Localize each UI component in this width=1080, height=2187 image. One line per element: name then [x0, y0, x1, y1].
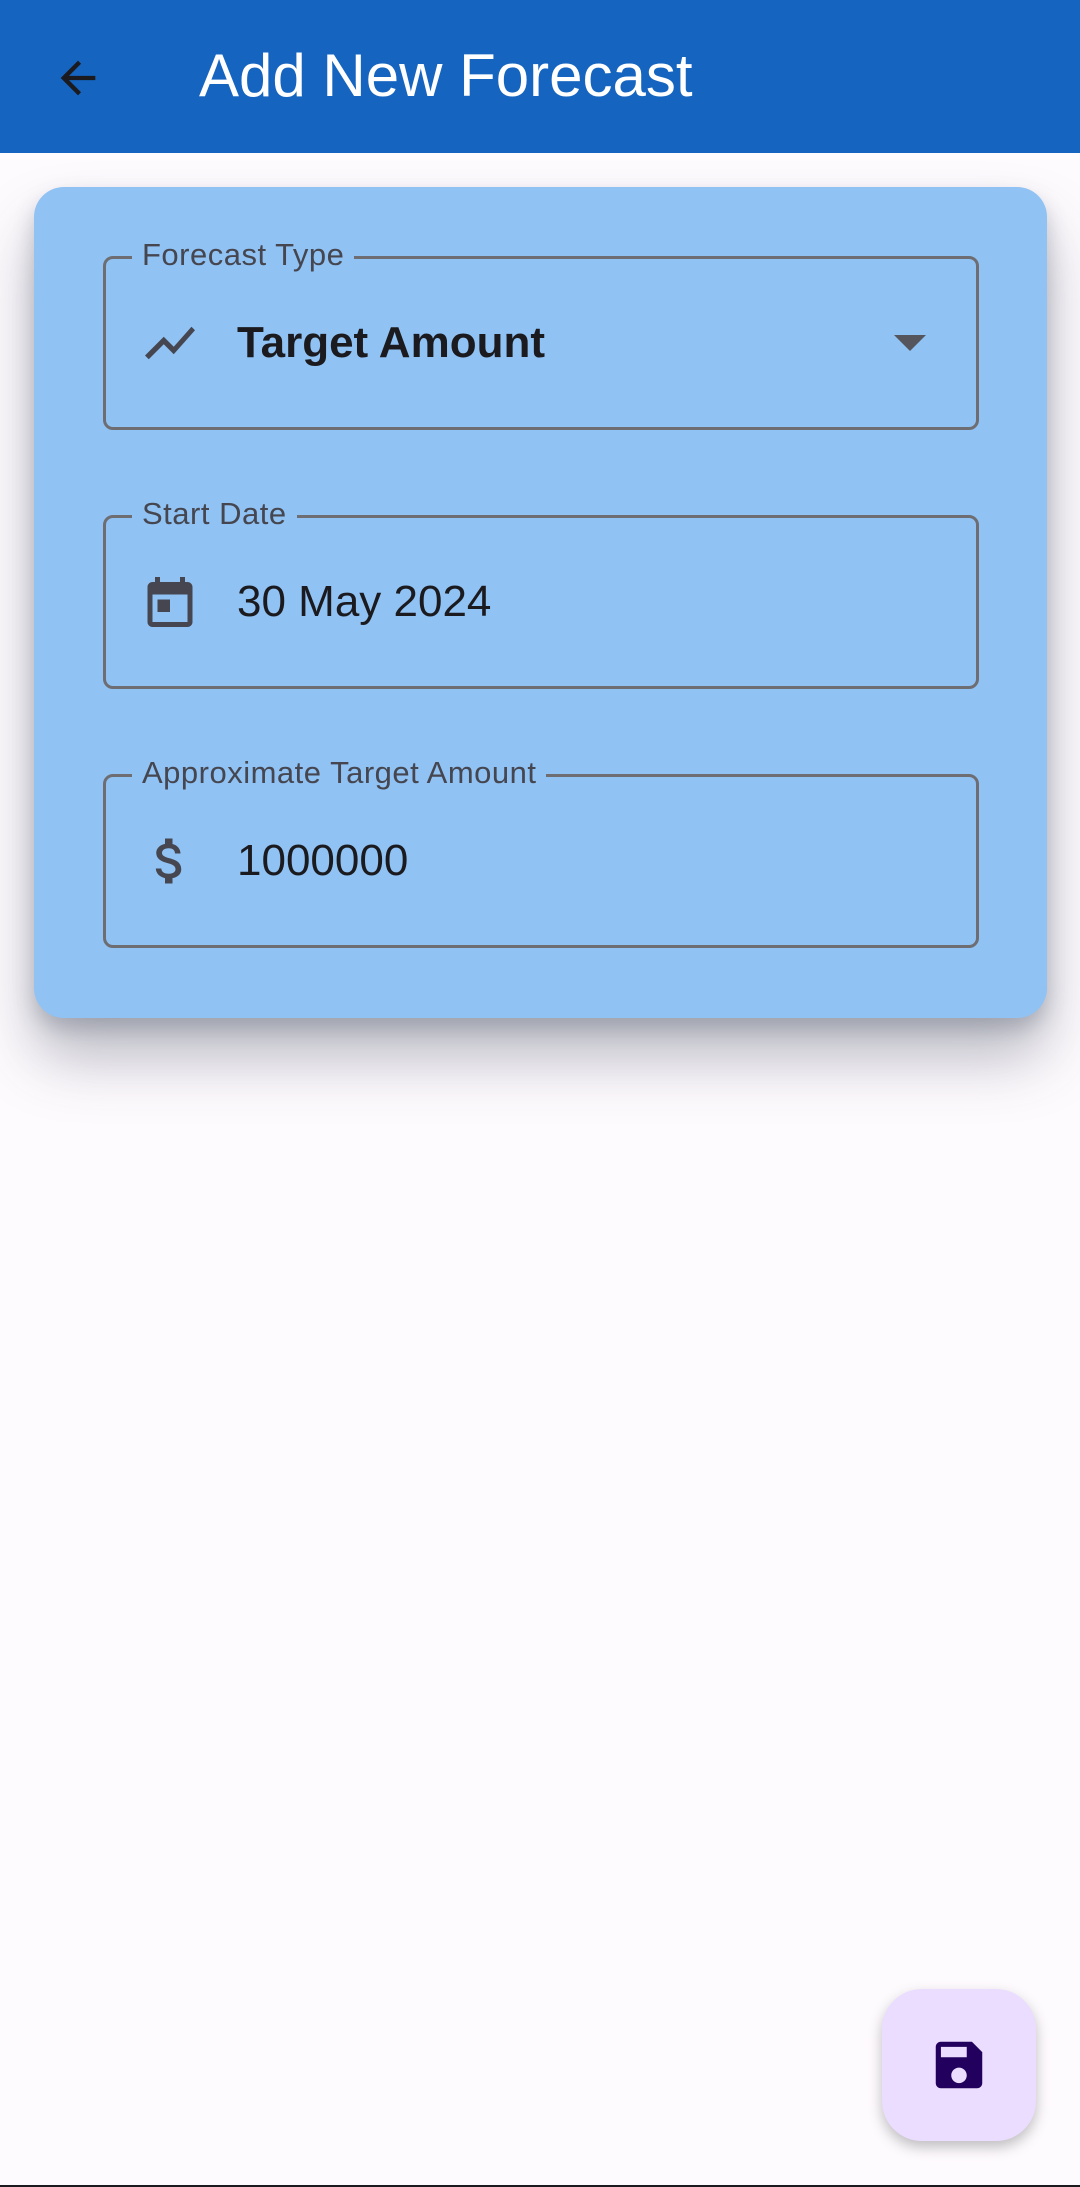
- target-amount-field[interactable]: Approximate Target Amount 1000000: [103, 751, 979, 948]
- save-button[interactable]: [882, 1989, 1036, 2141]
- forecast-type-dropdown[interactable]: Forecast Type Target Amount: [103, 233, 979, 430]
- forecast-type-value: Target Amount: [237, 318, 545, 367]
- arrow-back-icon: [52, 52, 104, 104]
- app-bar: Add New Forecast: [0, 0, 1080, 153]
- calendar-icon: [140, 572, 200, 632]
- start-date-label: Start Date: [132, 492, 297, 536]
- start-date-value: 30 May 2024: [237, 577, 492, 626]
- page-title: Add New Forecast: [199, 42, 693, 109]
- trending-up-icon: [140, 313, 200, 373]
- target-amount-label: Approximate Target Amount: [132, 751, 547, 795]
- back-button[interactable]: [38, 38, 118, 118]
- target-amount-value: 1000000: [237, 836, 409, 885]
- forecast-type-label: Forecast Type: [132, 233, 355, 277]
- dropdown-arrow-icon: [894, 335, 926, 351]
- save-icon: [928, 2034, 990, 2096]
- dollar-icon: [140, 831, 200, 891]
- start-date-field[interactable]: Start Date 30 May 2024: [103, 492, 979, 689]
